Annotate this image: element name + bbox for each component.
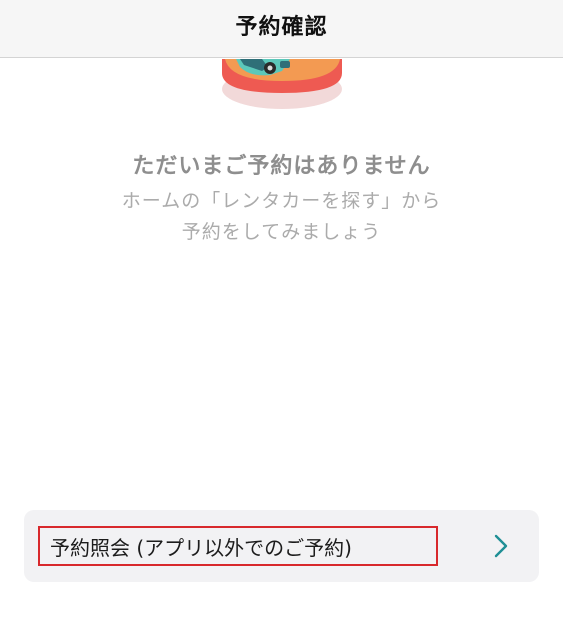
chevron-right-icon xyxy=(494,534,508,558)
empty-state-description-line2: 予約をしてみましょう xyxy=(181,221,382,243)
empty-state-description: ホームの「レンタカーを探す」から 予約をしてみましょう xyxy=(0,186,563,248)
inquiry-label: 予約照会 (アプリ以外でのご予約) xyxy=(50,535,352,560)
reservation-inquiry-button[interactable]: 予約照会 (アプリ以外でのご予約) xyxy=(24,510,539,582)
inquiry-label-highlight: 予約照会 (アプリ以外でのご予約) xyxy=(38,526,438,566)
navigation-bar: 予約確認 xyxy=(0,0,563,58)
car-illustration-icon xyxy=(0,59,563,111)
page-title: 予約確認 xyxy=(235,15,328,40)
empty-state-title: ただいまご予約はありません xyxy=(132,154,431,179)
empty-state-description-line1: ホームの「レンタカーを探す」から xyxy=(121,190,442,212)
reservation-page: 予約確認 ただいまご予約はありません ホームの「レンタカーを探す」から 予約をし… xyxy=(0,0,563,620)
